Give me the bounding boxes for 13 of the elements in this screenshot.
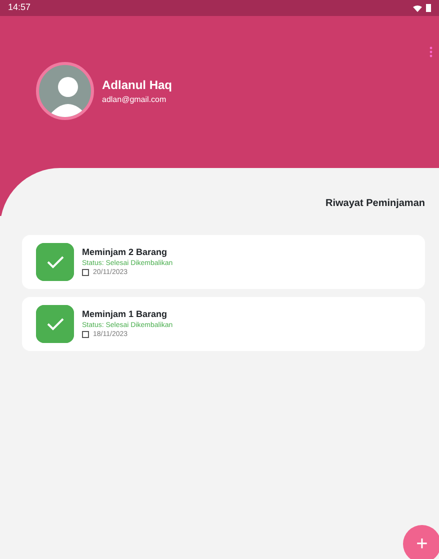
battery-icon <box>426 4 431 12</box>
loan-title: Meminjam 2 Barang <box>82 247 168 259</box>
check-icon <box>36 305 74 343</box>
user-email: adlan@gmail.com <box>102 94 168 106</box>
calendar-icon <box>82 268 89 276</box>
loan-title: Meminjam 1 Barang <box>82 309 168 321</box>
user-name: Adlanul Haq <box>102 77 172 94</box>
status-time: 14:57 <box>8 1 31 14</box>
check-icon <box>36 243 74 281</box>
wifi-icon <box>413 4 422 12</box>
section-title: Riwayat Peminjaman <box>326 197 425 211</box>
more-options-icon[interactable] <box>429 46 433 58</box>
calendar-icon <box>82 330 89 338</box>
